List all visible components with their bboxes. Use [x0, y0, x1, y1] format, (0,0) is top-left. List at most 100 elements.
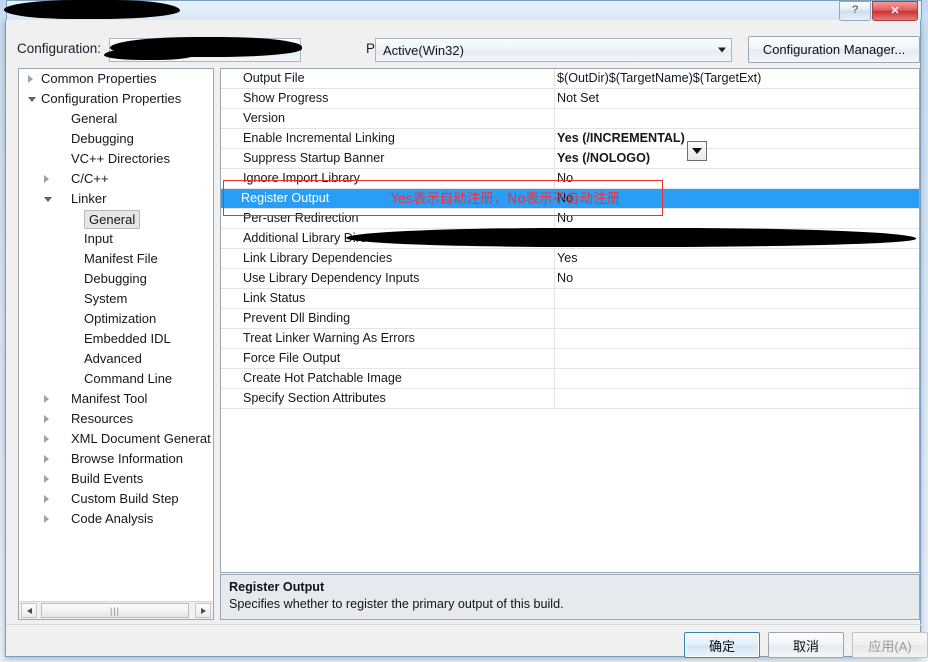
cancel-button[interactable]: 取消 [768, 632, 844, 658]
tree-item[interactable]: VC++ Directories [19, 149, 213, 169]
tree-item[interactable]: Code Analysis [19, 509, 213, 529]
chevron-down-icon[interactable] [28, 97, 36, 102]
configuration-manager-button[interactable]: Configuration Manager... [748, 36, 920, 63]
scrollbar-thumb[interactable]: ||| [41, 603, 189, 618]
value-dropdown-button[interactable] [687, 141, 707, 161]
tree-item-label: Configuration Properties [41, 91, 182, 106]
property-row[interactable]: Output File $(OutDir)$(TargetName)$(Targe… [221, 69, 919, 89]
property-name: Prevent Dll Binding [243, 311, 351, 325]
property-value[interactable]: Yes [557, 249, 578, 268]
tree-item[interactable]: Command Line [19, 369, 213, 389]
tree-item[interactable]: Manifest File [19, 249, 213, 269]
tree-item-label: Manifest File [84, 251, 158, 266]
question-mark-icon: ? [851, 4, 859, 16]
property-name: Force File Output [243, 351, 341, 365]
apply-button[interactable]: 应用(A) [852, 632, 928, 658]
tree-item[interactable]: Optimization [19, 309, 213, 329]
property-row[interactable]: Force File Output [221, 349, 919, 369]
chevron-right-icon[interactable] [44, 515, 49, 523]
property-row[interactable]: Specify Section Attributes [221, 389, 919, 409]
chevron-right-icon[interactable] [28, 75, 33, 83]
column-divider [554, 369, 555, 388]
tree-item[interactable]: C/C++ [19, 169, 213, 189]
annotation-text: Yes表示自动注册，No表示不自动注册 [391, 191, 621, 207]
property-row[interactable]: Create Hot Patchable Image [221, 369, 919, 389]
property-value[interactable]: Yes (/NOLOGO) [557, 149, 650, 168]
property-name: Suppress Startup Banner [243, 151, 385, 165]
tree-item-label: Command Line [84, 371, 173, 386]
tree-item[interactable]: General [19, 209, 213, 229]
properties-tree-panel[interactable]: Common Properties Configuration Propertie… [18, 68, 214, 620]
property-row[interactable]: Suppress Startup Banner Yes (/NOLOGO) [221, 149, 919, 169]
tree-item-label: XML Document Generat [71, 431, 211, 446]
tree-item[interactable]: XML Document Generat [19, 429, 213, 449]
property-row[interactable]: Treat Linker Warning As Errors [221, 329, 919, 349]
property-name: Ignore Import Library [243, 171, 360, 185]
tree-item[interactable]: General [19, 109, 213, 129]
property-grid[interactable]: Output File $(OutDir)$(TargetName)$(Targe… [220, 68, 920, 573]
tree-item[interactable]: Input [19, 229, 213, 249]
close-icon: ✕ [890, 4, 900, 17]
tree-item-label: Custom Build Step [71, 491, 179, 506]
property-name: Treat Linker Warning As Errors [243, 331, 415, 345]
tree-item-label: Common Properties [41, 71, 157, 86]
tree-item-label: Resources [71, 411, 134, 426]
help-button[interactable]: ? [839, 1, 871, 21]
property-row[interactable]: Prevent Dll Binding [221, 309, 919, 329]
window-controls: ? ✕ [839, 1, 918, 21]
tree-item[interactable]: Configuration Properties [19, 89, 213, 109]
property-pages-dialog: ? ✕ Configuration: Platform: Active(Win3… [4, 0, 928, 658]
chevron-right-icon[interactable] [44, 395, 49, 403]
property-row[interactable]: Version [221, 109, 919, 129]
scroll-left-arrow-icon[interactable] [21, 603, 37, 618]
chevron-right-icon[interactable] [44, 175, 49, 183]
tree-item-label: System [84, 291, 128, 306]
property-value[interactable]: No [557, 269, 573, 288]
screen: ? ✕ Configuration: Platform: Active(Win3… [0, 0, 928, 662]
tree-item[interactable]: Resources [19, 409, 213, 429]
ok-button[interactable]: 确定 [684, 632, 760, 658]
chevron-down-icon[interactable] [44, 197, 52, 202]
chevron-right-icon[interactable] [44, 415, 49, 423]
close-button[interactable]: ✕ [872, 1, 918, 21]
tree-item[interactable]: Custom Build Step [19, 489, 213, 509]
column-divider [554, 149, 555, 168]
tree-item[interactable]: Common Properties [19, 69, 213, 89]
column-divider [554, 309, 555, 328]
property-value[interactable]: No [557, 169, 573, 188]
scroll-right-arrow-icon[interactable] [195, 603, 211, 618]
property-name: Create Hot Patchable Image [243, 371, 402, 385]
description-panel: Register Output Specifies whether to reg… [220, 574, 920, 620]
property-row[interactable]: Use Library Dependency Inputs No [221, 269, 919, 289]
property-row[interactable]: Link Library Dependencies Yes [221, 249, 919, 269]
tree-item[interactable]: Debugging [19, 129, 213, 149]
chevron-right-icon[interactable] [44, 495, 49, 503]
property-value[interactable]: $(OutDir)$(TargetName)$(TargetExt) [557, 69, 761, 88]
chevron-right-icon[interactable] [44, 475, 49, 483]
property-value[interactable]: Not Set [557, 89, 599, 108]
tree-item[interactable]: Linker [19, 189, 213, 209]
tree-item-label: Optimization [84, 311, 157, 326]
property-value[interactable]: Yes (/INCREMENTAL) [557, 129, 685, 148]
tree-item[interactable]: Manifest Tool [19, 389, 213, 409]
platform-combo[interactable]: Active(Win32) [375, 38, 732, 62]
property-row[interactable]: Ignore Import Library No [221, 169, 919, 189]
property-row[interactable]: Per-user Redirection No [221, 209, 919, 229]
property-row[interactable]: Link Status [221, 289, 919, 309]
tree-horizontal-scrollbar[interactable]: ||| [19, 601, 213, 619]
tree-item[interactable]: Browse Information [19, 449, 213, 469]
property-row[interactable]: Enable Incremental Linking Yes (/INCREMEN… [221, 129, 919, 149]
tree-item-label: C/C++ [71, 171, 109, 186]
property-row[interactable]: Show Progress Not Set [221, 89, 919, 109]
tree-item[interactable]: Debugging [19, 269, 213, 289]
tree-item[interactable]: Advanced [19, 349, 213, 369]
property-value[interactable]: No [557, 209, 573, 228]
tree-item[interactable]: Embedded IDL [19, 329, 213, 349]
column-divider [554, 249, 555, 268]
tree-item-label: Embedded IDL [84, 331, 171, 346]
tree-item[interactable]: Build Events [19, 469, 213, 489]
tree-item[interactable]: System [19, 289, 213, 309]
description-title: Register Output [229, 580, 325, 594]
chevron-right-icon[interactable] [44, 455, 49, 463]
chevron-right-icon[interactable] [44, 435, 49, 443]
